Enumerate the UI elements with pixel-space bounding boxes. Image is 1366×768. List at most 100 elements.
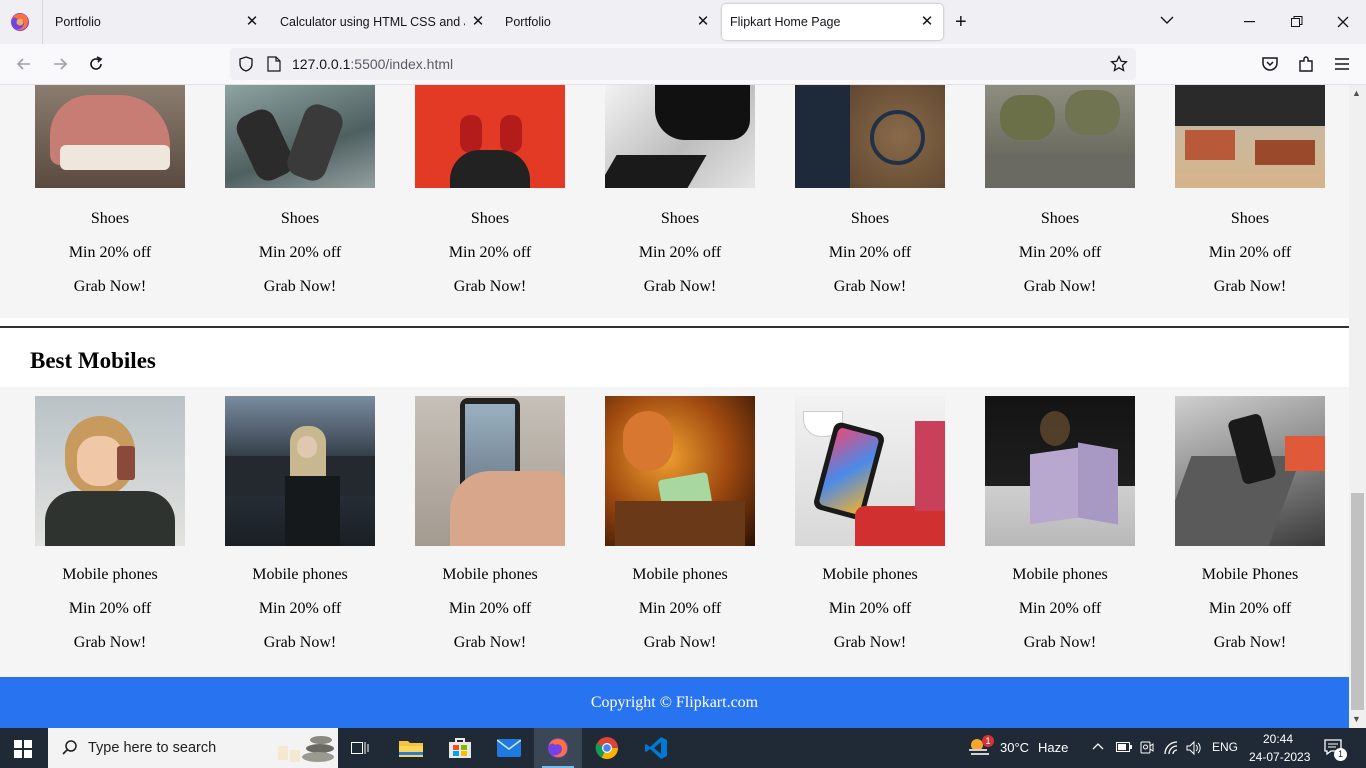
product-offer: Min 20% off [68, 244, 152, 261]
mobile-image[interactable] [795, 396, 945, 546]
firefox-taskbar-app[interactable] [534, 728, 582, 768]
product-card[interactable]: Shoes Min 20% off Grab Now! [795, 85, 945, 295]
file-explorer-app[interactable] [387, 728, 435, 768]
mail-app[interactable] [485, 728, 533, 768]
product-card[interactable]: Shoes Min 20% off Grab Now! [35, 85, 185, 295]
firefox-icon[interactable] [8, 10, 32, 34]
shoe-image[interactable] [795, 85, 945, 188]
weather-description[interactable]: Haze [1038, 740, 1068, 755]
store-icon [449, 738, 471, 758]
grab-now-link[interactable]: Grab Now! [35, 634, 185, 652]
product-card[interactable]: Mobile phones Min 20% off Grab Now! [225, 396, 375, 651]
grab-now-link[interactable]: Grab Now! [985, 634, 1135, 652]
product-card[interactable]: Shoes Min 20% off Grab Now! [225, 85, 375, 295]
list-all-tabs-icon[interactable] [1160, 15, 1174, 25]
minimize-icon[interactable] [1244, 21, 1256, 23]
restore-icon[interactable] [1291, 16, 1303, 28]
grab-now-link[interactable]: Grab Now! [1175, 634, 1325, 652]
back-icon[interactable] [13, 53, 35, 75]
product-card[interactable]: Mobile phones Min 20% off Grab Now! [605, 396, 755, 651]
tab-portfolio-1[interactable]: Portfolio ✕ [46, 4, 268, 40]
mobile-image[interactable] [1175, 396, 1325, 546]
close-icon[interactable]: ✕ [919, 14, 935, 30]
scroll-down-arrow-icon[interactable]: ▼ [1352, 714, 1361, 724]
scroll-up-arrow-icon[interactable]: ▲ [1352, 88, 1361, 98]
chevron-up-icon[interactable] [1092, 742, 1104, 750]
tab-calculator[interactable]: Calculator using HTML CSS and JS ✕ [272, 4, 494, 40]
forward-icon[interactable] [49, 53, 71, 75]
weather-temperature[interactable]: 30°C [1000, 740, 1029, 755]
battery-icon[interactable] [1116, 742, 1132, 752]
mobile-image[interactable] [35, 396, 185, 546]
language-indicator[interactable]: ENG [1212, 740, 1238, 754]
wifi-icon[interactable] [1163, 740, 1179, 756]
product-card[interactable]: Shoes Min 20% off Grab Now! [605, 85, 755, 295]
extensions-icon[interactable] [1295, 53, 1317, 75]
product-name: Mobile phones [62, 566, 158, 583]
clock-date[interactable]: 24-07-2023 [1249, 750, 1310, 764]
bookmark-star-icon[interactable] [1110, 55, 1128, 73]
product-card[interactable]: Shoes Min 20% off Grab Now! [415, 85, 565, 295]
meet-now-icon[interactable] [1140, 740, 1154, 756]
product-card[interactable]: Mobile Phones Min 20% off Grab Now! [1175, 396, 1325, 651]
url-text[interactable]: 127.0.0.1:5500/index.html [292, 56, 453, 72]
shoe-image[interactable] [415, 85, 565, 188]
product-card[interactable]: Mobile phones Min 20% off Grab Now! [35, 396, 185, 651]
page-info-icon[interactable] [267, 56, 281, 72]
grab-now-link[interactable]: Grab Now! [795, 634, 945, 652]
grab-now-link[interactable]: Grab Now! [605, 634, 755, 652]
reload-icon[interactable] [85, 53, 107, 75]
shoe-image[interactable] [1175, 85, 1325, 188]
url-path: :5500/index.html [350, 56, 454, 72]
grab-now-link[interactable]: Grab Now! [225, 278, 375, 296]
grab-now-link[interactable]: Grab Now! [985, 278, 1135, 296]
shoe-image[interactable] [225, 85, 375, 188]
product-offer: Min 20% off [828, 244, 912, 261]
product-name: Mobile phones [632, 566, 728, 583]
volume-icon[interactable] [1186, 740, 1202, 756]
shoe-image[interactable] [985, 85, 1135, 188]
microsoft-store-app[interactable] [436, 728, 484, 768]
clock-time[interactable]: 20:44 [1263, 732, 1293, 746]
taskbar-search-box[interactable]: Type here to search [48, 728, 338, 768]
product-card[interactable]: Shoes Min 20% off Grab Now! [985, 85, 1135, 295]
tab-label: Portfolio [55, 15, 101, 29]
grab-now-link[interactable]: Grab Now! [225, 634, 375, 652]
close-icon[interactable]: ✕ [470, 14, 486, 30]
grab-now-link[interactable]: Grab Now! [35, 278, 185, 296]
product-card[interactable]: Shoes Min 20% off Grab Now! [1175, 85, 1325, 295]
task-view-icon[interactable] [351, 740, 369, 756]
window-close-icon[interactable] [1337, 16, 1349, 28]
menu-hamburger-icon[interactable] [1331, 53, 1353, 75]
product-card[interactable]: Mobile phones Min 20% off Grab Now! [795, 396, 945, 651]
grab-now-link[interactable]: Grab Now! [795, 278, 945, 296]
pocket-icon[interactable] [1259, 53, 1281, 75]
shoe-image[interactable] [605, 85, 755, 188]
grab-now-link[interactable]: Grab Now! [415, 278, 565, 296]
chrome-icon [595, 737, 618, 759]
new-tab-icon[interactable]: + [955, 12, 967, 32]
section-title-best-mobiles: Best Mobiles [30, 348, 156, 373]
tab-flipkart-home[interactable]: Flipkart Home Page ✕ [722, 4, 943, 40]
search-placeholder: Type here to search [88, 740, 217, 756]
shoe-image[interactable] [35, 85, 185, 188]
mobile-image[interactable] [225, 396, 375, 546]
vscode-app[interactable] [632, 728, 680, 768]
chrome-app[interactable] [583, 728, 631, 768]
mobile-image[interactable] [985, 396, 1135, 546]
mobile-image[interactable] [605, 396, 755, 546]
mobile-image[interactable] [415, 396, 565, 546]
close-icon[interactable]: ✕ [695, 14, 711, 30]
tab-portfolio-2[interactable]: Portfolio ✕ [497, 4, 719, 40]
product-card[interactable]: Mobile phones Min 20% off Grab Now! [985, 396, 1135, 651]
windows-start-icon[interactable] [14, 740, 32, 758]
tracking-protection-shield-icon[interactable] [238, 56, 254, 72]
grab-now-link[interactable]: Grab Now! [415, 634, 565, 652]
scrollbar-thumb[interactable] [1351, 493, 1364, 710]
address-bar[interactable]: 127.0.0.1:5500/index.html [230, 48, 1136, 80]
grab-now-link[interactable]: Grab Now! [1175, 278, 1325, 296]
grab-now-link[interactable]: Grab Now! [605, 278, 755, 296]
product-offer: Min 20% off [448, 244, 532, 261]
product-card[interactable]: Mobile phones Min 20% off Grab Now! [415, 396, 565, 651]
close-icon[interactable]: ✕ [244, 14, 260, 30]
